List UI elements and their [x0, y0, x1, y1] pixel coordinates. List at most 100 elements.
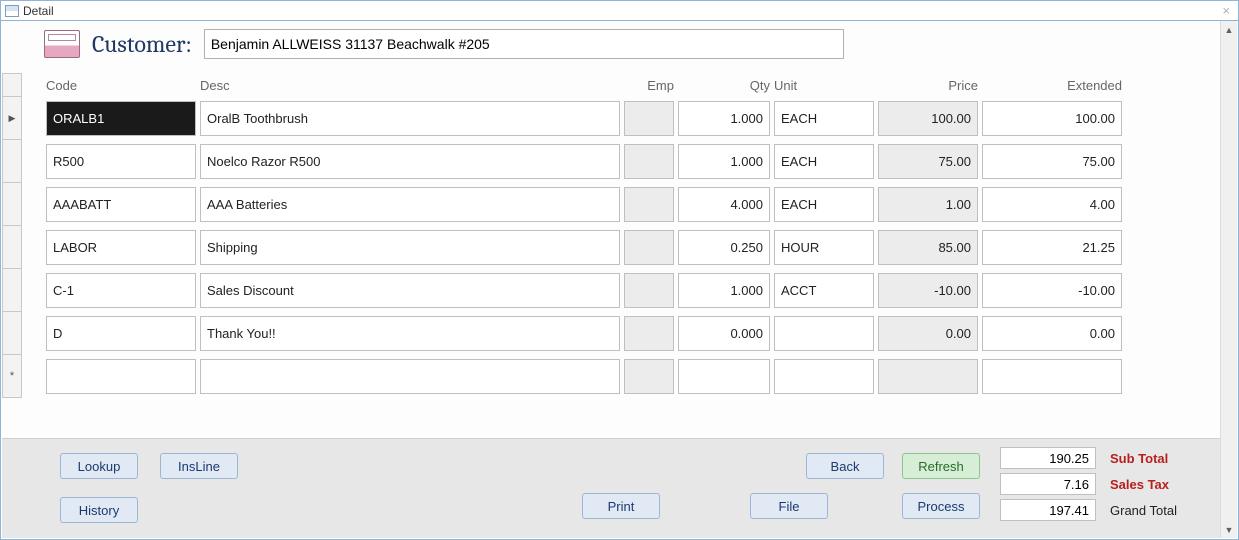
unit-input[interactable] [774, 144, 874, 179]
qty-input[interactable] [678, 359, 770, 394]
process-button[interactable]: Process [902, 493, 980, 519]
line-row [22, 140, 1213, 183]
file-button[interactable]: File [750, 493, 828, 519]
price-input[interactable] [878, 101, 978, 136]
form-icon [5, 5, 19, 17]
line-row [22, 183, 1213, 226]
ext-input[interactable] [982, 144, 1122, 179]
unit-input[interactable] [774, 187, 874, 222]
col-ext: Extended [982, 78, 1122, 93]
desc-input[interactable] [200, 273, 620, 308]
price-input[interactable] [878, 230, 978, 265]
emp-input[interactable] [624, 144, 674, 179]
line-row [22, 269, 1213, 312]
line-row [22, 312, 1213, 355]
code-input[interactable] [46, 101, 196, 136]
salestax-label: Sales Tax [1110, 477, 1202, 492]
totals-block: Sub Total Sales Tax Grand Total [1000, 447, 1202, 521]
line-row [22, 355, 1213, 398]
back-button[interactable]: Back [806, 453, 884, 479]
col-emp: Emp [624, 78, 674, 93]
form-area: Customer: Code Desc Emp Qty Unit Price E… [2, 21, 1237, 538]
line-row [22, 226, 1213, 269]
unit-input[interactable] [774, 101, 874, 136]
desc-input[interactable] [200, 359, 620, 394]
ext-input[interactable] [982, 273, 1122, 308]
code-input[interactable] [46, 144, 196, 179]
print-button[interactable]: Print [582, 493, 660, 519]
ext-input[interactable] [982, 359, 1122, 394]
close-icon[interactable]: × [1218, 3, 1234, 18]
column-headers: Code Desc Emp Qty Unit Price Extended [22, 73, 1213, 97]
unit-input[interactable] [774, 359, 874, 394]
customer-input[interactable] [204, 29, 844, 59]
header-band: Customer: [2, 21, 1237, 73]
footer: Lookup InsLine History Back Refresh Prin… [2, 438, 1220, 538]
history-button[interactable]: History [60, 497, 138, 523]
emp-input[interactable] [624, 187, 674, 222]
unit-input[interactable] [774, 273, 874, 308]
col-code: Code [46, 78, 196, 93]
emp-input[interactable] [624, 230, 674, 265]
desc-input[interactable] [200, 316, 620, 351]
vertical-scrollbar[interactable]: ▲ ▼ [1220, 21, 1237, 538]
price-input[interactable] [878, 316, 978, 351]
record-selector[interactable] [2, 183, 22, 226]
scroll-down-icon[interactable]: ▼ [1221, 521, 1237, 538]
qty-input[interactable] [678, 101, 770, 136]
customer-icon [44, 30, 80, 58]
code-input[interactable] [46, 359, 196, 394]
unit-input[interactable] [774, 230, 874, 265]
code-input[interactable] [46, 273, 196, 308]
emp-input[interactable] [624, 101, 674, 136]
customer-label: Customer: [92, 30, 192, 58]
emp-input[interactable] [624, 273, 674, 308]
window-title: Detail [23, 4, 54, 18]
code-input[interactable] [46, 316, 196, 351]
qty-input[interactable] [678, 230, 770, 265]
col-qty: Qty [678, 78, 770, 93]
col-price: Price [878, 78, 978, 93]
detail-window: Detail × Customer: Code Desc Emp Qty Uni… [0, 0, 1239, 540]
emp-input[interactable] [624, 359, 674, 394]
price-input[interactable] [878, 359, 978, 394]
subtotal-label: Sub Total [1110, 451, 1202, 466]
record-selector[interactable] [2, 226, 22, 269]
ext-input[interactable] [982, 101, 1122, 136]
lookup-button[interactable]: Lookup [60, 453, 138, 479]
record-selector[interactable] [2, 97, 22, 140]
insline-button[interactable]: InsLine [160, 453, 238, 479]
qty-input[interactable] [678, 273, 770, 308]
salestax-value[interactable] [1000, 473, 1096, 495]
refresh-button[interactable]: Refresh [902, 453, 980, 479]
code-input[interactable] [46, 230, 196, 265]
ext-input[interactable] [982, 316, 1122, 351]
grandtotal-label: Grand Total [1110, 503, 1202, 518]
code-input[interactable] [46, 187, 196, 222]
scroll-up-icon[interactable]: ▲ [1221, 21, 1237, 38]
titlebar: Detail × [1, 1, 1238, 21]
price-input[interactable] [878, 273, 978, 308]
desc-input[interactable] [200, 230, 620, 265]
price-input[interactable] [878, 187, 978, 222]
desc-input[interactable] [200, 101, 620, 136]
price-input[interactable] [878, 144, 978, 179]
desc-input[interactable] [200, 187, 620, 222]
subtotal-value[interactable] [1000, 447, 1096, 469]
ext-input[interactable] [982, 187, 1122, 222]
record-selector[interactable] [2, 269, 22, 312]
record-selector[interactable] [2, 355, 22, 398]
record-selector[interactable] [2, 140, 22, 183]
qty-input[interactable] [678, 316, 770, 351]
qty-input[interactable] [678, 144, 770, 179]
ext-input[interactable] [982, 230, 1122, 265]
record-selector[interactable] [2, 312, 22, 355]
unit-input[interactable] [774, 316, 874, 351]
desc-input[interactable] [200, 144, 620, 179]
col-unit: Unit [774, 78, 874, 93]
emp-input[interactable] [624, 316, 674, 351]
grandtotal-value[interactable] [1000, 499, 1096, 521]
qty-input[interactable] [678, 187, 770, 222]
record-selector-column [2, 73, 22, 398]
line-items-grid: Code Desc Emp Qty Unit Price Extended [2, 73, 1237, 398]
